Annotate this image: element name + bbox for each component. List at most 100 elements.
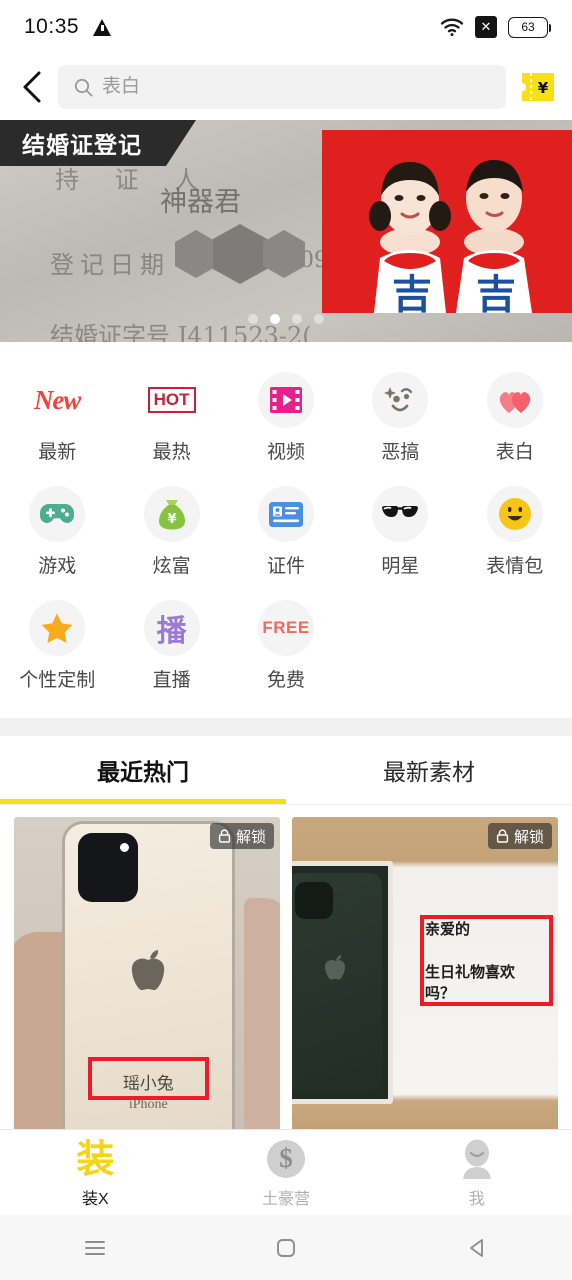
status-badge[interactable]: 解锁 (209, 823, 274, 849)
category-item-zhengjian[interactable]: 证件 (229, 478, 343, 588)
free-badge-icon: FREE (257, 600, 314, 656)
tab-newest-material[interactable]: 最新素材 (286, 736, 572, 804)
free-glyph: FREE (262, 618, 310, 637)
category-item-egao[interactable]: 恶搞 (343, 364, 457, 474)
hexagon-censor-marks (175, 224, 305, 284)
banner-carousel[interactable]: 持 证 人 神器君 登记日期 09 结婚证字号 J411523-2( 结婚证登记 (0, 120, 572, 342)
dollar-circle-icon: $ (267, 1137, 305, 1181)
category-item-zhibo[interactable]: 播 直播 (114, 592, 228, 702)
new-badge-icon: New (29, 372, 85, 428)
svg-text:吉: 吉 (476, 272, 516, 313)
category-label: 恶搞 (381, 442, 420, 463)
category-grid: New 最新 HOT 最热 视频 恶搞 表白 游戏 ¥ 炫富 证件 明星 表情包… (0, 364, 572, 702)
wifi-icon (440, 18, 464, 37)
category-item-mingxing[interactable]: 明星 (343, 478, 457, 588)
table-row[interactable]: 瑶小兔 iPhone 解锁 (14, 817, 280, 1155)
app-screen: 10:35 ✕ 63 表白 ¥ 持 证 人 神器君 登记日期 09 结婚证字号 … (0, 0, 572, 1280)
camera-module (295, 881, 333, 919)
battery-indicator: 63 (508, 16, 551, 38)
section-divider (0, 718, 572, 736)
carousel-dot[interactable] (314, 314, 324, 324)
recents-menu-icon[interactable] (0, 1237, 191, 1259)
svg-text:吉: 吉 (392, 272, 432, 313)
category-item-shipin[interactable]: 视频 (229, 364, 343, 474)
status-badge[interactable]: 解锁 (487, 823, 552, 849)
nav-label: 土豪营 (262, 1190, 311, 1208)
banner-tag-label: 结婚证登记 (0, 120, 196, 166)
apple-logo-icon (322, 954, 348, 984)
live-broadcast-icon: 播 (143, 600, 200, 656)
hand-left (14, 931, 70, 1142)
content-tabs: 最近热门 最新素材 (0, 736, 572, 804)
category-label: 免费 (266, 670, 305, 691)
nav-label: 装X (81, 1190, 109, 1208)
carousel-dot-active[interactable] (270, 314, 280, 324)
badge-label: 解锁 (235, 828, 266, 846)
carousel-dot[interactable] (292, 314, 302, 324)
category-item-gexingdingzhi[interactable]: 个性定制 (0, 592, 114, 702)
green-iphone (292, 872, 382, 1093)
nav-item-tuhaoying[interactable]: $ 土豪营 (191, 1137, 382, 1209)
gold-iphone-image: 瑶小兔 iPhone (64, 823, 233, 1149)
hot-badge-icon: HOT (144, 372, 200, 428)
category-label: 个性定制 (19, 670, 96, 691)
lock-icon (218, 829, 231, 843)
category-label: 炫富 (152, 556, 191, 577)
cert-line-2: 神器君 (160, 187, 241, 218)
lock-icon (496, 829, 509, 843)
category-item-zuire[interactable]: HOT 最热 (114, 364, 228, 474)
category-label: 最新 (38, 442, 77, 463)
bottom-navigation: 装 装X $ 土豪营 我 (0, 1129, 572, 1215)
svg-text:¥: ¥ (538, 79, 549, 97)
category-label: 表白 (495, 442, 534, 463)
search-header: ¥ (0, 54, 572, 120)
category-grid-filler (458, 592, 572, 702)
category-item-zuixin[interactable]: New 最新 (0, 364, 114, 474)
back-triangle-icon[interactable] (381, 1235, 572, 1261)
category-item-biaoqingbao[interactable]: 表情包 (458, 478, 572, 588)
category-item-youxi[interactable]: 游戏 (0, 478, 114, 588)
search-input[interactable] (102, 76, 490, 98)
nav-label: 我 (468, 1190, 485, 1208)
nav-item-profile[interactable]: 我 (381, 1137, 572, 1209)
coupon-icon[interactable]: ¥ (518, 67, 558, 107)
category-label: 直播 (152, 670, 191, 691)
back-chevron-icon[interactable] (18, 67, 46, 107)
category-label: 视频 (266, 442, 305, 463)
money-bag-icon: ¥ (143, 486, 200, 542)
gamepad-icon (29, 486, 86, 542)
bo-glyph: 播 (156, 614, 187, 649)
warning-triangle-icon (93, 18, 112, 36)
content-card-list: 瑶小兔 iPhone 解锁 亲爱的 生日礼物喜欢吗？ 解锁 (0, 805, 572, 1155)
search-icon (74, 78, 93, 97)
status-bar: 10:35 ✕ 63 (0, 0, 572, 54)
video-film-icon (257, 372, 314, 428)
hand-right (244, 898, 280, 1135)
profile-person-icon (458, 1137, 496, 1181)
battery-level: 63 (521, 20, 535, 34)
dollar-glyph: $ (267, 1139, 305, 1178)
red-highlight-box (87, 1057, 209, 1100)
svg-text:¥: ¥ (167, 512, 176, 527)
apple-logo-icon (127, 949, 169, 997)
sunglasses-icon (372, 486, 429, 542)
category-item-biaobai[interactable]: 表白 (458, 364, 572, 474)
red-highlight-box (419, 915, 553, 1007)
tab-recent-hot[interactable]: 最近热门 (0, 736, 286, 804)
badge-label: 解锁 (513, 828, 544, 846)
category-item-mianfei[interactable]: FREE 免费 (229, 592, 343, 702)
new-glyph: New (33, 384, 81, 415)
iphone-box-image (292, 860, 394, 1105)
category-item-xuanfu[interactable]: ¥ 炫富 (114, 478, 228, 588)
zhuang-logo-icon: 装 (76, 1137, 114, 1181)
cert-line-3: 登记日期 (50, 251, 170, 279)
category-label: 表情包 (486, 556, 544, 577)
category-label: 证件 (266, 556, 305, 577)
home-square-icon[interactable] (191, 1235, 382, 1261)
hot-glyph: HOT (147, 387, 196, 413)
carousel-dot[interactable] (248, 314, 258, 324)
carousel-dots[interactable] (0, 314, 572, 324)
nav-item-zhuangx[interactable]: 装 装X (0, 1137, 191, 1209)
table-row[interactable]: 亲爱的 生日礼物喜欢吗？ 解锁 (292, 817, 558, 1155)
search-field[interactable] (58, 65, 506, 109)
